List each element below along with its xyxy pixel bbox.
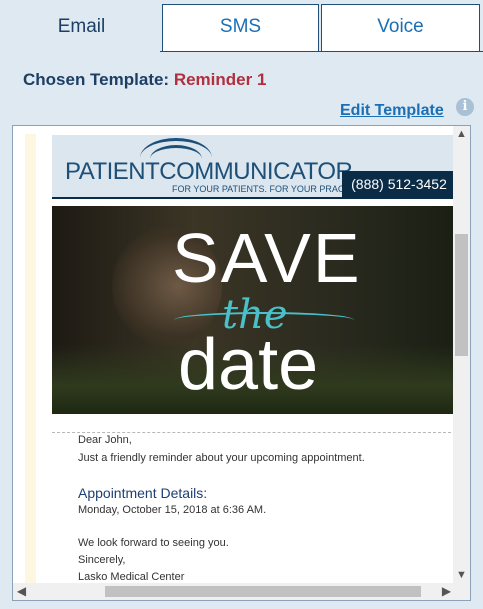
channel-tabs: Email SMS Voice [0, 0, 483, 52]
tab-divider [160, 51, 483, 52]
preview-margin [25, 134, 36, 586]
chosen-template-name: Reminder 1 [173, 70, 267, 89]
scroll-down-icon[interactable]: ▼ [453, 567, 470, 584]
scroll-right-icon[interactable]: ▶ [438, 583, 455, 600]
save-the-date-hero-image: SAVE the date [52, 206, 456, 414]
tab-sms[interactable]: SMS [162, 4, 319, 52]
brand-tagline: FOR YOUR PATIENTS. FOR YOUR PRACTICE. [172, 184, 368, 194]
email-intro: Just a friendly reminder about your upco… [78, 452, 365, 464]
content-divider [52, 432, 456, 433]
hero-text-save: SAVE [172, 219, 362, 297]
vertical-scroll-thumb[interactable] [455, 234, 468, 356]
tab-voice[interactable]: Voice [321, 4, 480, 52]
info-icon[interactable]: i [456, 98, 474, 116]
horizontal-scrollbar[interactable]: ◀ ▶ [13, 583, 470, 600]
email-preview: PATIENTCOMMUNICATOR FOR YOUR PATIENTS. F… [12, 125, 471, 601]
email-preview-viewport: PATIENTCOMMUNICATOR FOR YOUR PATIENTS. F… [36, 126, 456, 584]
appointment-datetime: Monday, October 15, 2018 at 6:36 AM. [78, 504, 267, 516]
email-greeting: Dear John, [78, 434, 132, 446]
email-sender: Lasko Medical Center [78, 571, 185, 583]
phone-number: (888) 512-3452 [342, 171, 456, 197]
brand-logo: PATIENTCOMMUNICATOR [65, 158, 353, 185]
vertical-scrollbar[interactable]: ▲ ▼ [453, 126, 470, 584]
horizontal-scroll-thumb[interactable] [105, 586, 421, 597]
edit-template-link[interactable]: Edit Template [340, 102, 444, 120]
scroll-up-icon[interactable]: ▲ [453, 126, 470, 143]
tab-email[interactable]: Email [3, 4, 160, 52]
scroll-left-icon[interactable]: ◀ [13, 583, 30, 600]
hero-text-date: date [178, 325, 319, 405]
chosen-template-label: Chosen Template: [23, 70, 170, 89]
chosen-template: Chosen Template: Reminder 1 [23, 70, 266, 90]
email-signoff: Sincerely, [78, 554, 126, 566]
appointment-details-heading: Appointment Details: [78, 485, 208, 501]
email-header-banner: PATIENTCOMMUNICATOR FOR YOUR PATIENTS. F… [52, 135, 456, 199]
email-closing: We look forward to seeing you. [78, 537, 229, 549]
